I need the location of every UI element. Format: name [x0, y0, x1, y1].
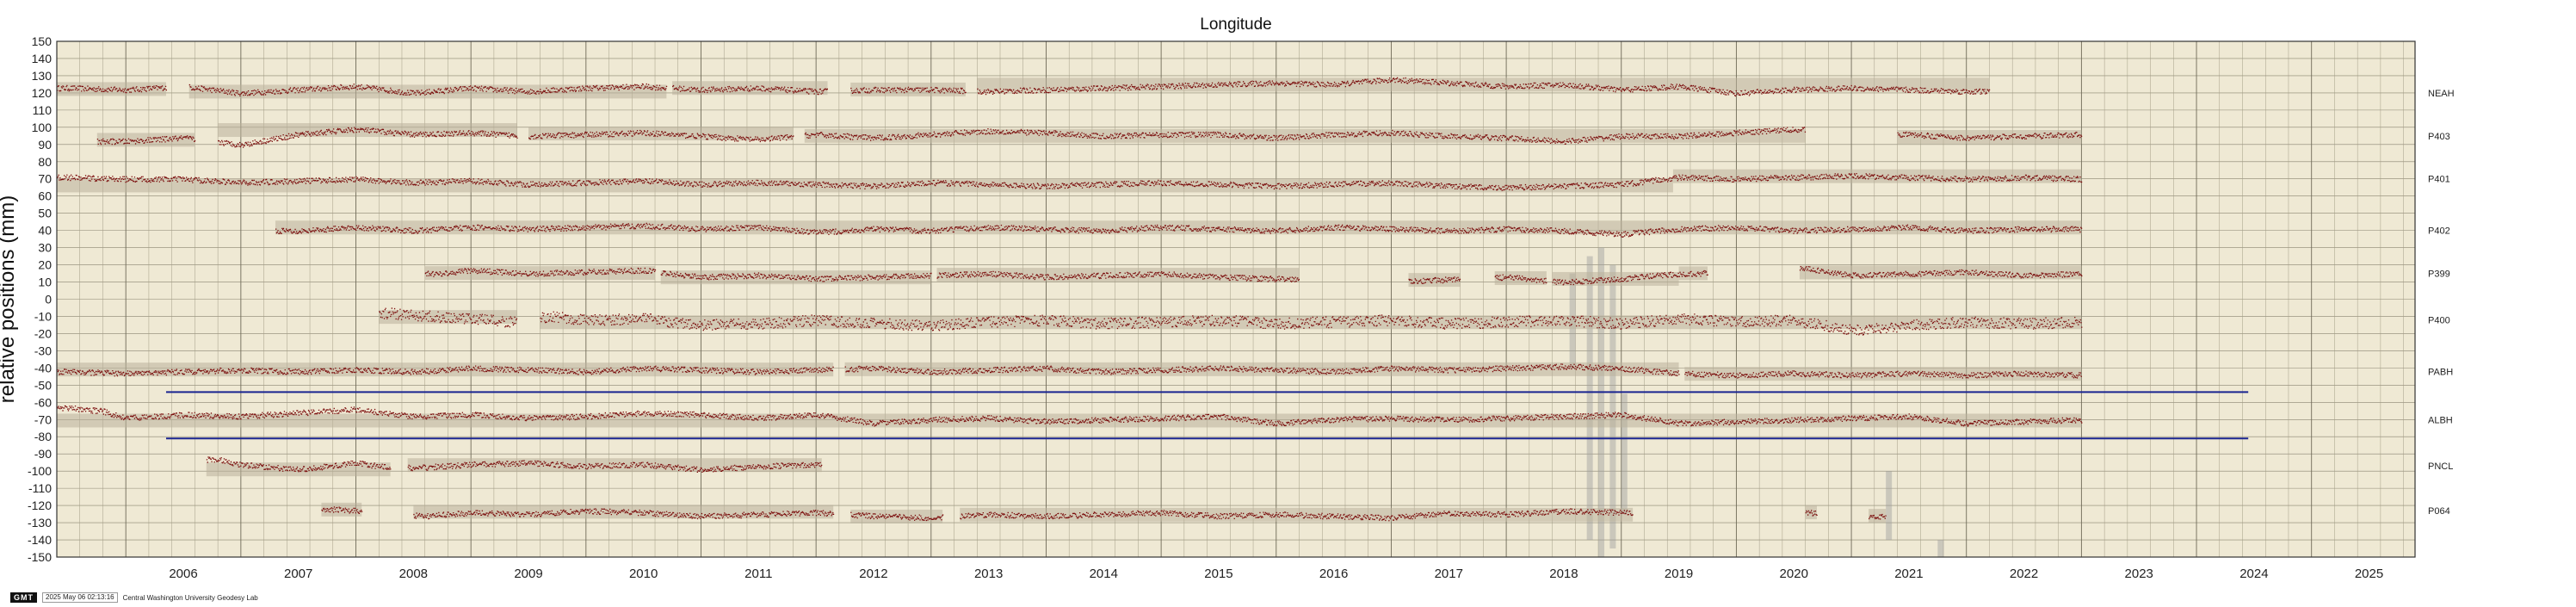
- y-tick-label: -40: [34, 361, 52, 375]
- y-tick-label: 10: [38, 276, 52, 289]
- y-tick-label: -50: [34, 378, 52, 392]
- chart-title: Longitude: [1200, 15, 1271, 34]
- y-tick-label: -60: [34, 395, 52, 409]
- y-tick-label: -100: [28, 464, 52, 478]
- station-label-p403: P403: [2428, 132, 2450, 142]
- series-band: [528, 127, 794, 141]
- x-tick-label: 2024: [2239, 567, 2268, 581]
- y-tick-label: 90: [38, 138, 52, 152]
- station-label-p401: P401: [2428, 175, 2450, 185]
- y-tick-label: 80: [38, 155, 52, 169]
- station-label-albh: ALBH: [2428, 415, 2453, 425]
- noise-band: [1586, 256, 1593, 541]
- x-tick-label: 2008: [399, 567, 428, 581]
- x-tick-label: 2010: [629, 567, 658, 581]
- y-axis-label: relative positions (mm): [0, 195, 19, 403]
- x-tick-label: 2022: [2010, 567, 2038, 581]
- noise-band: [1621, 393, 1628, 515]
- x-tick-label: 2019: [1665, 567, 1693, 581]
- series-band: [57, 362, 834, 377]
- gmt-logo: GMT: [10, 592, 37, 603]
- x-tick-labels: 2006 2007 2008 2009 2010 2011 2012 2013 2014 2015…: [169, 567, 2383, 581]
- y-tick-label: 40: [38, 224, 52, 238]
- noise-band: [1609, 264, 1616, 549]
- series-band: [321, 502, 362, 517]
- x-tick-label: 2021: [1894, 567, 1923, 581]
- y-tick-label: 140: [32, 52, 53, 65]
- y-tick-label: 60: [38, 189, 52, 203]
- station-label-pabh: PABH: [2428, 367, 2453, 377]
- y-tick-label: 50: [38, 207, 52, 220]
- series-band: [206, 462, 391, 477]
- y-tick-label: 20: [38, 258, 52, 272]
- station-labels: NEAH P403 P401 P402 P399 P400 PABH ALBH PNCL P064: [2428, 89, 2455, 517]
- series-band: [804, 128, 1806, 143]
- y-tick-label: -140: [28, 533, 52, 547]
- y-tick-label: -30: [34, 344, 52, 357]
- station-label-neah: NEAH: [2428, 89, 2455, 99]
- y-tick-label: -70: [34, 412, 52, 426]
- y-tick-label: 30: [38, 241, 52, 255]
- series-band: [1672, 169, 2082, 183]
- y-tick-label: -130: [28, 516, 52, 530]
- y-tick-label: -80: [34, 430, 52, 443]
- x-tick-label: 2012: [859, 567, 887, 581]
- y-tick-label: -110: [28, 481, 52, 495]
- station-label-p400: P400: [2428, 315, 2450, 325]
- series-band: [424, 266, 656, 281]
- series-band: [960, 507, 1634, 522]
- y-tick-label: -120: [28, 499, 52, 512]
- series-band: [57, 82, 166, 96]
- y-tick-label: -150: [28, 550, 52, 564]
- x-tick-label: 2025: [2355, 567, 2383, 581]
- y-tick-labels: 1501401301201101009080706050403020100-10…: [28, 34, 52, 564]
- timestamp: 2025 May 06 02:13:16: [42, 592, 118, 603]
- longitude-chart: 1501401301201101009080706050403020100-10…: [0, 15, 2455, 581]
- footer: GMT 2025 May 06 02:13:16 Central Washing…: [10, 592, 258, 603]
- series-band: [1869, 509, 1887, 523]
- station-label-p402: P402: [2428, 226, 2450, 237]
- noise-band: [1886, 471, 1893, 541]
- y-tick-label: 100: [32, 121, 53, 134]
- x-tick-label: 2015: [1204, 567, 1232, 581]
- x-tick-label: 2014: [1090, 567, 1118, 581]
- y-tick-label: 110: [33, 103, 53, 117]
- y-tick-label: -20: [34, 326, 52, 340]
- y-tick-label: 130: [32, 69, 53, 83]
- y-tick-label: 120: [32, 86, 53, 100]
- series-band: [379, 310, 517, 325]
- noise-band: [1937, 540, 1944, 557]
- x-tick-label: 2009: [514, 567, 542, 581]
- x-tick-label: 2011: [744, 567, 772, 581]
- x-tick-label: 2006: [169, 567, 197, 581]
- x-tick-label: 2018: [1549, 567, 1578, 581]
- y-tick-label: 70: [38, 172, 52, 186]
- x-tick-label: 2007: [284, 567, 312, 581]
- station-label-p064: P064: [2428, 506, 2450, 517]
- lab-name: Central Washington University Geodesy La…: [122, 593, 258, 602]
- station-label-p399: P399: [2428, 269, 2450, 280]
- x-tick-label: 2020: [1780, 567, 1808, 581]
- x-tick-label: 2023: [2125, 567, 2153, 581]
- station-label-pncl: PNCL: [2428, 461, 2453, 472]
- y-tick-label: -10: [34, 309, 52, 323]
- y-tick-label: 0: [45, 293, 52, 307]
- x-tick-label: 2017: [1435, 567, 1463, 581]
- series-band: [1684, 367, 2082, 381]
- x-tick-label: 2016: [1319, 567, 1348, 581]
- x-tick-label: 2013: [974, 567, 1003, 581]
- y-tick-label: 150: [32, 34, 53, 48]
- y-tick-label: -90: [34, 447, 52, 461]
